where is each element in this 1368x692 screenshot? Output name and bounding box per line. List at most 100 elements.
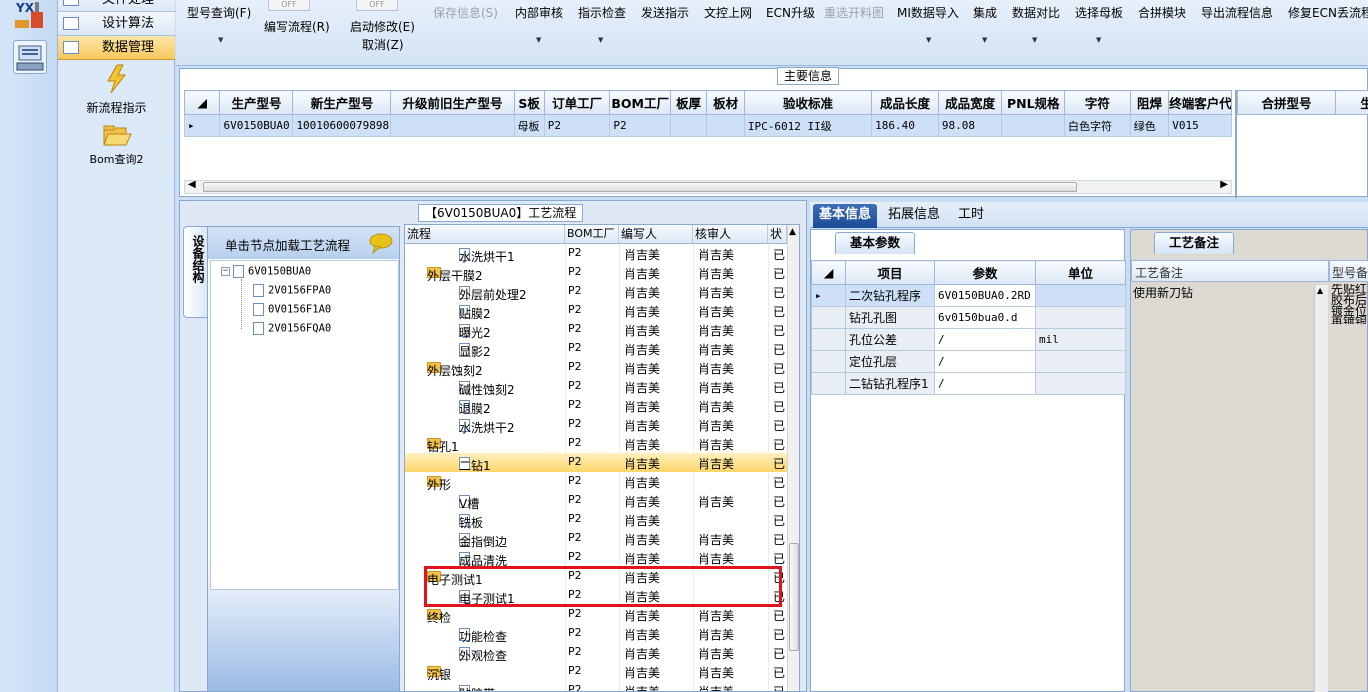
flow-reviewer-cell[interactable]: 肖吉美 — [698, 417, 734, 434]
row-selector[interactable] — [811, 350, 846, 373]
column-header[interactable]: PNL规格 — [1001, 90, 1066, 115]
flow-writer-cell[interactable]: 肖吉美 — [624, 455, 660, 472]
table-cell[interactable]: P2 — [543, 114, 611, 137]
column-header[interactable]: 参数 — [934, 260, 1036, 285]
flow-status-cell[interactable]: 已 — [773, 341, 785, 358]
flow-row[interactable]: V槽 P2 肖吉美 肖吉美已 — [405, 491, 787, 511]
scroll-right-icon[interactable]: ▶ — [1220, 179, 1228, 190]
flow-reviewer-cell[interactable]: 肖吉美 — [698, 322, 734, 339]
tree-node-root[interactable]: − 6V0150BUA0 — [221, 265, 311, 278]
send-instruction-button[interactable]: 发送指示 — [641, 4, 689, 21]
flow-factory-cell[interactable]: P2 — [568, 512, 582, 525]
flow-factory-cell[interactable]: P2 — [568, 474, 582, 487]
flow-factory-cell[interactable]: P2 — [568, 398, 582, 411]
table-row[interactable]: ▸ 二次钻孔程序 6V0150BUA0.2RD — [811, 284, 1126, 307]
flow-reviewer-cell[interactable]: 肖吉美 — [698, 550, 734, 567]
flow-status-cell[interactable]: 已 — [773, 607, 785, 624]
tab-equipment-structure[interactable]: 设备结构 — [183, 226, 207, 318]
table-row[interactable]: 二钻钻孔程序1 / — [811, 372, 1126, 395]
scrollbar-thumb[interactable] — [203, 182, 1077, 192]
flow-status-cell[interactable]: 已 — [773, 398, 785, 415]
column-header[interactable]: 成品宽度 — [937, 90, 1003, 115]
flow-writer-cell[interactable]: 肖吉美 — [624, 360, 660, 377]
flow-row[interactable]: 曝光2 P2 肖吉美 肖吉美已 — [405, 320, 787, 340]
new-flow-instruction-button[interactable]: 新流程指示 — [58, 64, 175, 116]
row-pointer-icon[interactable]: ▸ — [811, 284, 846, 307]
flow-writer-cell[interactable]: 肖吉美 — [624, 265, 660, 282]
flow-status-cell[interactable]: 已 — [773, 284, 785, 301]
flow-writer-cell[interactable]: 肖吉美 — [624, 626, 660, 643]
flow-factory-cell[interactable]: P2 — [568, 303, 582, 316]
table-cell[interactable] — [1035, 284, 1126, 307]
chevron-down-icon[interactable]: ▼ — [536, 36, 541, 44]
column-header[interactable]: 流程 — [405, 225, 565, 244]
flow-row[interactable]: 显影2 P2 肖吉美 肖吉美已 — [405, 339, 787, 359]
flow-factory-cell[interactable]: P2 — [568, 417, 582, 430]
column-header[interactable]: 新生产型号 — [292, 90, 392, 115]
column-header[interactable]: 型号备 — [1329, 260, 1368, 282]
flow-status-cell[interactable]: 已 — [773, 512, 785, 529]
table-row[interactable]: 孔位公差 / mil — [811, 328, 1126, 351]
chevron-down-icon[interactable]: ▼ — [218, 36, 223, 44]
select-mother-board-button[interactable]: 选择母板 — [1075, 4, 1123, 21]
chevron-down-icon[interactable]: ▼ — [1032, 36, 1037, 44]
table-cell[interactable]: / — [934, 328, 1036, 351]
flow-factory-cell[interactable]: P2 — [568, 246, 582, 259]
flow-writer-cell[interactable]: 肖吉美 — [624, 683, 660, 691]
flow-writer-cell[interactable]: 肖吉美 — [624, 664, 660, 681]
flow-status-cell[interactable]: 已 — [773, 436, 785, 453]
flow-writer-cell[interactable]: 肖吉美 — [624, 303, 660, 320]
flow-writer-cell[interactable]: 肖吉美 — [624, 645, 660, 662]
flow-status-cell[interactable]: 已 — [773, 683, 785, 691]
row-selector[interactable] — [811, 328, 846, 351]
flow-status-cell[interactable]: 已 — [773, 379, 785, 396]
flow-reviewer-cell[interactable]: 肖吉美 — [698, 455, 734, 472]
column-header[interactable]: 项目 — [845, 260, 935, 285]
flow-status-cell[interactable]: 已 — [773, 303, 785, 320]
instruction-check-button[interactable]: 指示检查 — [578, 4, 626, 21]
flow-status-cell[interactable]: 已 — [773, 645, 785, 662]
flow-row[interactable]: 外层前处理2 P2 肖吉美 肖吉美已 — [405, 282, 787, 302]
write-flow-button[interactable]: 编写流程(R) — [264, 18, 330, 35]
collapse-icon[interactable]: − — [221, 267, 230, 276]
chevron-down-icon[interactable]: ▼ — [1096, 36, 1101, 44]
chevron-down-icon[interactable]: ▼ — [598, 36, 603, 44]
flow-writer-cell[interactable]: 肖吉美 — [624, 398, 660, 415]
table-cell[interactable] — [390, 114, 515, 137]
flow-writer-cell[interactable]: 肖吉美 — [624, 417, 660, 434]
flow-reviewer-cell[interactable]: 肖吉美 — [698, 436, 734, 453]
flow-writer-cell[interactable]: 肖吉美 — [624, 550, 660, 567]
flow-reviewer-cell[interactable]: 肖吉美 — [698, 246, 734, 263]
column-header[interactable]: 阻焊 — [1129, 90, 1170, 115]
table-cell[interactable]: 孔位公差 — [845, 328, 935, 351]
flow-status-cell[interactable]: 已 — [773, 246, 785, 263]
table-cell[interactable]: 6v0150bua0.d — [934, 306, 1036, 329]
flow-reviewer-cell[interactable]: 肖吉美 — [698, 531, 734, 548]
chevron-down-icon[interactable]: ▼ — [982, 36, 987, 44]
flow-row[interactable]: −外层蚀刻2P2肖吉美肖吉美已 — [405, 358, 787, 378]
column-header[interactable]: BOM工厂 — [565, 225, 619, 244]
flow-reviewer-cell[interactable]: 肖吉美 — [698, 303, 734, 320]
internal-review-button[interactable]: 内部审核 — [515, 4, 563, 21]
scroll-up-icon[interactable]: ▲ — [789, 227, 796, 237]
column-header[interactable]: 升级前旧生产型号 — [390, 90, 515, 115]
toggle-off-indicator[interactable]: OFF — [268, 0, 310, 11]
model-query-button[interactable]: 型号查询(F) — [187, 4, 251, 21]
table-cell[interactable] — [1035, 350, 1126, 373]
data-manager-icon[interactable] — [13, 40, 47, 74]
process-note-text[interactable]: 使用新刀钻 — [1133, 284, 1193, 301]
flow-row[interactable]: 贴膜2 P2 肖吉美 肖吉美已 — [405, 301, 787, 321]
model-note-text[interactable]: 先贴红胶布后镀金位再镀银 — [1331, 284, 1368, 324]
tree-node[interactable]: 0V0156F1A0 — [253, 303, 331, 316]
column-header[interactable]: 生产型号 — [219, 90, 294, 115]
flow-writer-cell[interactable]: 肖吉美 — [624, 474, 660, 491]
column-header[interactable]: 终端客户代码 — [1168, 90, 1232, 115]
column-header[interactable]: 合拼型号 — [1237, 90, 1336, 115]
tab-process-notes[interactable]: 工艺备注 — [1154, 232, 1235, 254]
integrate-button[interactable]: 集成 — [973, 4, 997, 21]
vertical-scrollbar[interactable]: ▲ — [1314, 285, 1328, 692]
flow-reviewer-cell[interactable]: 肖吉美 — [698, 493, 734, 510]
flow-status-cell[interactable]: 已 — [773, 265, 785, 282]
flow-status-cell[interactable]: 已 — [773, 474, 785, 491]
cancel-button[interactable]: 取消(Z) — [362, 36, 404, 53]
